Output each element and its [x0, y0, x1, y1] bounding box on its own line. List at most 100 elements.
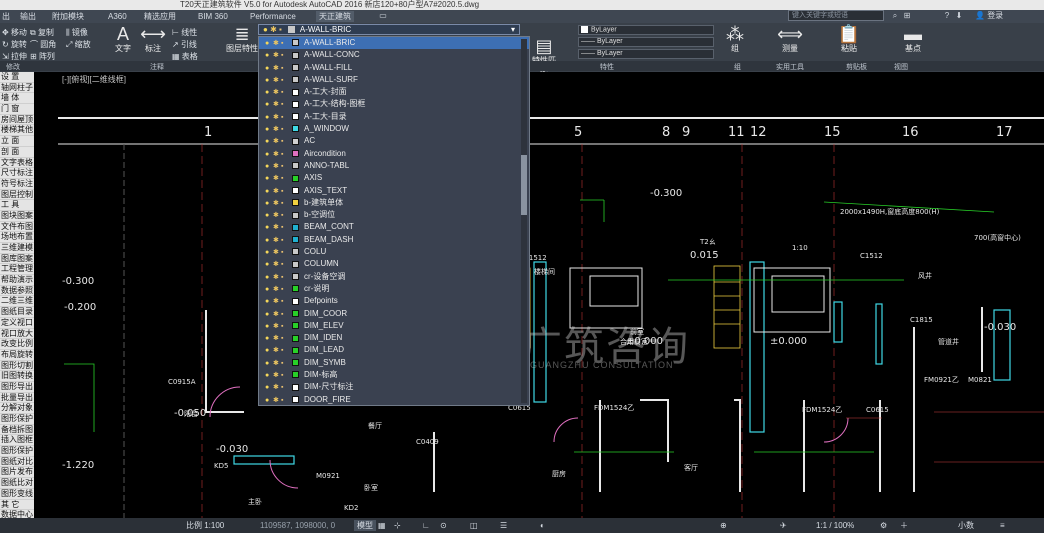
- sun-icon[interactable]: ✱: [273, 395, 281, 405]
- layer-list-item[interactable]: ● ✱ ▪ DIM-尺寸标注: [259, 381, 529, 393]
- layer-list-item[interactable]: ● ✱ ▪ b-空调位: [259, 209, 529, 221]
- layer-list-item[interactable]: ● ✱ ▪ DIM_LEAD: [259, 344, 529, 356]
- layer-list-item[interactable]: ● ✱ ▪ A-工大-目录: [259, 111, 529, 123]
- snap-toggle-icon[interactable]: ⊹: [394, 520, 401, 531]
- layer-list-item[interactable]: ● ✱ ▪ COLUMN: [259, 258, 529, 270]
- base-point-button[interactable]: ▬ 基点: [898, 25, 928, 54]
- layer-list-item[interactable]: ● ✱ ▪ BEAM_CONT: [259, 221, 529, 233]
- layer-list-item[interactable]: ● ✱ ▪ b-建筑单体: [259, 197, 529, 209]
- layer-list-item[interactable]: ● ✱ ▪ A-工大-封面: [259, 86, 529, 98]
- layer-list-item[interactable]: ● ✱ ▪ ANNO-TABL: [259, 160, 529, 172]
- tab-tangent-arch[interactable]: 天正建筑: [316, 11, 354, 22]
- layer-list-item[interactable]: ● ✱ ▪ A-WALL-BRIC: [259, 37, 529, 50]
- palette-item[interactable]: 改变比例: [0, 339, 34, 350]
- palette-item[interactable]: 楼梯其他: [0, 125, 34, 137]
- layer-list-item[interactable]: ● ✱ ▪ DIM_SYMB: [259, 357, 529, 369]
- panel-label-properties[interactable]: 特性: [600, 62, 614, 72]
- palette-item[interactable]: 剖 面: [0, 147, 34, 158]
- leader-button[interactable]: ↗ 引线: [172, 39, 197, 50]
- measure-button[interactable]: ⟺ 测量: [776, 25, 804, 54]
- palette-item[interactable]: 轴网柱子: [0, 83, 34, 94]
- layer-list-item[interactable]: ● ✱ ▪ Defpoints: [259, 295, 529, 307]
- layer-properties-button[interactable]: ≣ 图层特性: [226, 25, 258, 54]
- lightbulb-icon[interactable]: ●: [265, 395, 273, 405]
- palette-item[interactable]: 图形切割: [0, 361, 34, 372]
- customize-icon[interactable]: ≡: [1000, 520, 1005, 531]
- panel-label-groups[interactable]: 组: [734, 62, 741, 72]
- layer-list-scrollbar[interactable]: [521, 39, 527, 403]
- palette-item[interactable]: 备档拆图: [0, 425, 34, 436]
- linear-button[interactable]: ⊢ 线性: [172, 27, 197, 38]
- palette-item[interactable]: 尺寸标注: [0, 168, 34, 179]
- palette-item[interactable]: 图纸对比: [0, 457, 34, 468]
- drawing-canvas[interactable]: [-][俯视][二维线框] 1 5 8 9 11 12 15 16 17 -0.…: [34, 72, 1044, 518]
- palette-item[interactable]: 图纸比对: [0, 478, 34, 489]
- palette-item[interactable]: 场地布置: [0, 232, 34, 243]
- palette-item[interactable]: 图形保护: [0, 446, 34, 457]
- layer-list-scroll-thumb[interactable]: [521, 155, 527, 215]
- tab-featured-apps[interactable]: 精选应用: [144, 11, 176, 22]
- grid-icon[interactable]: ⊞: [902, 11, 912, 21]
- layer-list-item[interactable]: ● ✱ ▪ COLU: [259, 246, 529, 258]
- layer-list-item[interactable]: ● ✱ ▪ A-工大-结构-图框: [259, 98, 529, 110]
- layer-list-item[interactable]: ● ✱ ▪ cr-说明: [259, 283, 529, 295]
- palette-item[interactable]: 图形变线: [0, 489, 34, 500]
- layer-list-item[interactable]: ● ✱ ▪ Aircondition: [259, 148, 529, 160]
- tab-addons[interactable]: 附加模块: [52, 11, 84, 22]
- tab-output[interactable]: 输出: [20, 11, 36, 22]
- palette-item[interactable]: 墙 体: [0, 93, 34, 105]
- units-readout[interactable]: 小数: [958, 520, 974, 531]
- add-icon[interactable]: ＋: [900, 520, 908, 531]
- move-button[interactable]: ✥ 移动: [2, 27, 27, 38]
- grid-toggle-icon[interactable]: ▦: [378, 520, 386, 531]
- tab-a360[interactable]: A360: [108, 11, 127, 22]
- osnap-toggle-icon[interactable]: ◫: [470, 520, 478, 531]
- panel-label-annotation[interactable]: 注释: [150, 62, 164, 72]
- palette-item[interactable]: 定义视口: [0, 318, 34, 329]
- search-input[interactable]: 键入关键字或短语: [788, 10, 884, 21]
- palette-item[interactable]: 图形保护: [0, 414, 34, 425]
- palette-item[interactable]: 分解对象: [0, 403, 34, 414]
- palette-item[interactable]: 数据参照: [0, 286, 34, 297]
- lineweight-toggle-icon[interactable]: ☰: [500, 520, 507, 531]
- tab-performance[interactable]: Performance: [250, 11, 296, 22]
- palette-item[interactable]: 立 面: [0, 136, 34, 147]
- lineweight-dropdown[interactable]: —— ByLayer: [578, 49, 714, 59]
- layer-list-item[interactable]: ● ✱ ▪ BEAM_DASH: [259, 234, 529, 246]
- copy-button[interactable]: ⧉ 复制: [30, 27, 54, 38]
- layer-list-item[interactable]: ● ✱ ▪ A-WALL-FILL: [259, 62, 529, 74]
- text-button[interactable]: A 文字: [110, 25, 136, 54]
- palette-item[interactable]: 图库图案: [0, 254, 34, 265]
- palette-item[interactable]: 工程管理: [0, 264, 34, 276]
- paste-button[interactable]: 📋 粘贴: [836, 25, 862, 54]
- palette-item[interactable]: 视口放大: [0, 329, 34, 340]
- layer-list-item[interactable]: ● ✱ ▪ AXIS: [259, 172, 529, 184]
- palette-item[interactable]: 布局旋转: [0, 350, 34, 361]
- layer-list-item[interactable]: ● ✱ ▪ A_WINDOW: [259, 123, 529, 135]
- layer-list-item[interactable]: ● ✱ ▪ DIM_ELEV: [259, 320, 529, 332]
- palette-item[interactable]: 二维三维: [0, 296, 34, 308]
- panel-label-utilities[interactable]: 实用工具: [776, 62, 804, 72]
- polar-toggle-icon[interactable]: ⊙: [440, 520, 447, 531]
- mirror-button[interactable]: ⫼ 镜像: [66, 27, 88, 38]
- group-button[interactable]: ⁂ 组: [722, 25, 748, 54]
- layer-dropdown[interactable]: ● ✱ ▪ A-WALL-BRIC ▾: [258, 24, 520, 35]
- palette-item[interactable]: 门 窗: [0, 104, 34, 115]
- download-icon[interactable]: ⬇: [954, 11, 964, 21]
- round-button[interactable]: ⌒ 圆角: [30, 39, 56, 50]
- palette-item[interactable]: 文字表格: [0, 158, 34, 169]
- help-icon[interactable]: ?: [942, 11, 952, 21]
- layer-list-item[interactable]: ● ✱ ▪ DIM-标高: [259, 369, 529, 381]
- linetype-dropdown[interactable]: —— ByLayer: [578, 37, 714, 47]
- palette-item[interactable]: 图块图案: [0, 211, 34, 222]
- palette-item[interactable]: 批量导出: [0, 393, 34, 404]
- palette-item[interactable]: 图纸目录: [0, 307, 34, 318]
- scale-readout[interactable]: 比例 1:100: [186, 520, 224, 531]
- rotate-button[interactable]: ↻ 旋转: [2, 39, 27, 50]
- palette-item[interactable]: 图层控制: [0, 190, 34, 201]
- annotation-visibility-icon[interactable]: ✈: [780, 520, 787, 531]
- match-properties-button[interactable]: ▤ 特性匹配: [530, 37, 558, 77]
- palette-item[interactable]: 符号标注: [0, 179, 34, 190]
- ortho-toggle-icon[interactable]: ∟: [422, 520, 430, 531]
- panel-label-view[interactable]: 视图: [894, 62, 908, 72]
